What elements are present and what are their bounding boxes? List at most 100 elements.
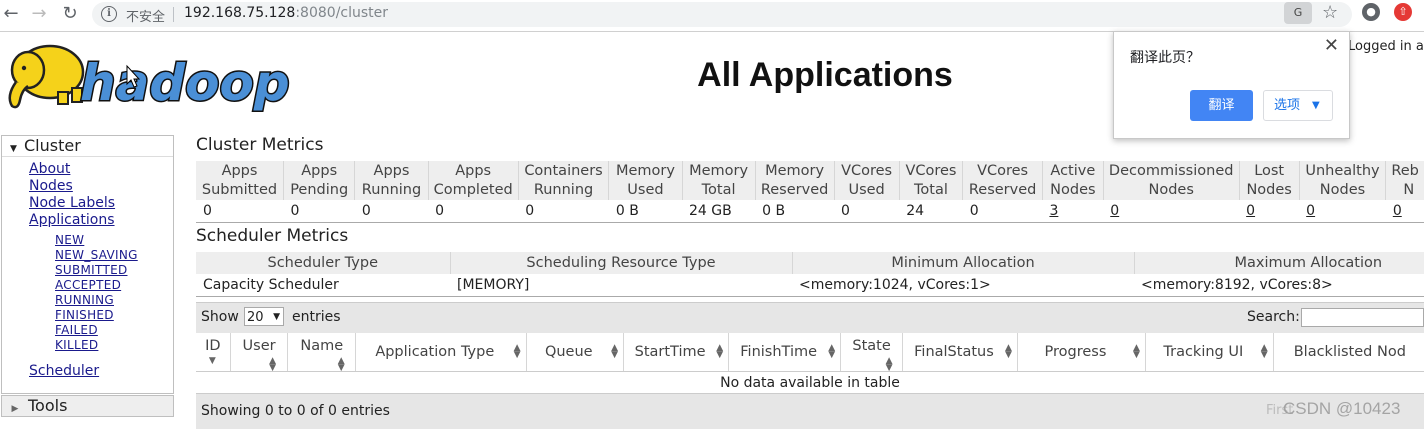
lost-nodes-link[interactable]: 0 bbox=[1246, 203, 1255, 219]
star-icon[interactable]: ☆ bbox=[1322, 2, 1338, 23]
cluster-metrics-table: Apps Submitted Apps Pending Apps Running Ap… bbox=[196, 161, 1424, 223]
metric-header: Apps Completed bbox=[428, 161, 519, 200]
options-button[interactable]: 选项 ▼ bbox=[1263, 90, 1333, 121]
column-queue[interactable]: Queue ▲ ▼ bbox=[526, 333, 625, 372]
sidebar-cluster-header[interactable]: ▼ Cluster bbox=[2, 136, 173, 157]
url-text[interactable]: 192.168.75.128:8080/cluster bbox=[184, 5, 388, 21]
csdn-watermark: CSDN @10423 bbox=[1283, 399, 1401, 418]
close-icon[interactable]: ✕ bbox=[1324, 35, 1339, 56]
page-size-select[interactable]: 20 ▼ bbox=[244, 307, 284, 326]
column-finish-time[interactable]: FinishTime ▲ ▼ bbox=[728, 333, 842, 372]
metric-value: 0 bbox=[283, 200, 355, 223]
metric-value: 0 bbox=[518, 200, 609, 223]
sidebar-link-node-labels[interactable]: Node Labels bbox=[29, 195, 115, 211]
sort-icon: ▲ ▼ bbox=[1133, 343, 1140, 360]
metric-value: 0 bbox=[834, 200, 900, 223]
cluster-metrics-title: Cluster Metrics bbox=[196, 135, 324, 155]
forward-arrow-icon[interactable]: → bbox=[28, 3, 50, 25]
sidebar-link-nodes[interactable]: Nodes bbox=[29, 178, 73, 194]
column-user[interactable]: User ▲ ▼ bbox=[230, 333, 289, 373]
options-label: 选项 bbox=[1274, 98, 1301, 113]
empty-table-message: No data available in table bbox=[720, 374, 900, 391]
search-input[interactable] bbox=[1301, 308, 1424, 327]
metric-value: 0 bbox=[1239, 200, 1300, 223]
apps-table-toolbar: Show 20 ▼ entries Search: bbox=[196, 302, 1424, 334]
sidebar-state-accepted[interactable]: ACCEPTED bbox=[55, 278, 121, 292]
sidebar-state-failed[interactable]: FAILED bbox=[55, 323, 98, 337]
reload-icon[interactable]: ↻ bbox=[59, 3, 81, 25]
scheduler-header: Minimum Allocation bbox=[792, 252, 1135, 274]
metric-value: 0 bbox=[428, 200, 519, 223]
column-progress[interactable]: Progress ▲ ▼ bbox=[1017, 333, 1146, 372]
search-label: Search: bbox=[1247, 309, 1300, 325]
metric-header: Reb N bbox=[1385, 161, 1424, 200]
column-final-status[interactable]: FinalStatus ▲ ▼ bbox=[902, 333, 1018, 372]
metric-header: Memory Reserved bbox=[755, 161, 835, 200]
scheduler-value: <memory:8192, vCores:8> bbox=[1134, 274, 1424, 297]
column-id[interactable]: ID ▼ bbox=[196, 333, 231, 372]
metric-value: 0 bbox=[1299, 200, 1386, 223]
unhealthy-nodes-link[interactable]: 0 bbox=[1306, 203, 1315, 219]
extension-icon[interactable]: ⇧ bbox=[1394, 3, 1412, 21]
url-host: 192.168.75.128 bbox=[184, 5, 296, 21]
logged-in-label: Logged in as bbox=[1348, 39, 1424, 54]
scheduler-metrics-table: Scheduler Type Scheduling Resource Type … bbox=[196, 252, 1424, 297]
sidebar-state-new-saving[interactable]: NEW_SAVING bbox=[55, 248, 138, 262]
column-application-type[interactable]: Application Type ▲ ▼ bbox=[355, 333, 527, 372]
translate-popup: ✕ 翻译此页？ 翻译 选项 ▼ bbox=[1113, 31, 1350, 139]
metric-header: Apps Submitted bbox=[196, 161, 285, 200]
metric-header: Decommissioned Nodes bbox=[1103, 161, 1240, 200]
sidebar-tools-label: Tools bbox=[28, 396, 68, 415]
active-nodes-link[interactable]: 3 bbox=[1049, 203, 1058, 219]
sidebar-link-about[interactable]: About bbox=[29, 161, 70, 177]
metric-value: 0 bbox=[962, 200, 1043, 223]
scheduler-value: <memory:1024, vCores:1> bbox=[792, 274, 1134, 297]
column-blacklisted-nodes[interactable]: Blacklisted Nod bbox=[1273, 333, 1424, 372]
page-size-value: 20 bbox=[247, 310, 264, 325]
column-name[interactable]: Name ▲ ▼ bbox=[287, 333, 357, 373]
sort-icon: ▲ ▼ bbox=[828, 343, 836, 360]
sidebar-link-applications[interactable]: Applications bbox=[29, 212, 115, 228]
decommissioned-nodes-link[interactable]: 0 bbox=[1110, 203, 1119, 219]
metric-header: Unhealthy Nodes bbox=[1299, 161, 1387, 200]
metric-value: 24 GB bbox=[682, 200, 756, 223]
metric-value: 0 B bbox=[608, 200, 682, 223]
svg-text:hadoop: hadoop bbox=[80, 54, 290, 112]
column-state[interactable]: State ▲ ▼ bbox=[840, 333, 903, 373]
show-label: Show bbox=[201, 309, 239, 325]
account-icon[interactable]: ● bbox=[1362, 3, 1380, 21]
sidebar-state-killed[interactable]: KILLED bbox=[55, 338, 98, 352]
scheduler-metrics-title: Scheduler Metrics bbox=[196, 226, 349, 246]
sidebar-state-finished[interactable]: FINISHED bbox=[55, 308, 114, 322]
applications-table: ID ▼ User ▲ ▼ Name ▲ ▼ Application Type ▲ ▼ Que… bbox=[196, 333, 1424, 394]
scheduler-header: Scheduler Type bbox=[196, 252, 451, 274]
page-title: All Applications bbox=[697, 56, 953, 94]
sidebar-tools-panel[interactable]: ▶ Tools bbox=[1, 395, 174, 417]
metric-value: 0 B bbox=[755, 200, 835, 223]
translate-icon[interactable]: G bbox=[1284, 2, 1312, 24]
sidebar-state-submitted[interactable]: SUBMITTED bbox=[55, 263, 128, 277]
entries-label: entries bbox=[292, 309, 341, 325]
scheduler-value: [MEMORY] bbox=[450, 274, 792, 297]
sort-icon: ▲ ▼ bbox=[1005, 343, 1012, 360]
translate-button[interactable]: 翻译 bbox=[1190, 90, 1253, 121]
sidebar-link-scheduler[interactable]: Scheduler bbox=[29, 363, 99, 379]
sort-icon: ▲ ▼ bbox=[337, 356, 345, 373]
column-tracking-ui[interactable]: Tracking UI ▲ ▼ bbox=[1145, 333, 1274, 372]
metric-value: 0 bbox=[1385, 200, 1424, 223]
table-row: No data available in table bbox=[196, 371, 1424, 394]
metric-header: Memory Total bbox=[682, 161, 756, 200]
hadoop-logo: hadoop bbox=[8, 44, 291, 112]
sidebar-state-new[interactable]: NEW bbox=[55, 233, 84, 247]
back-arrow-icon[interactable]: ← bbox=[0, 3, 22, 25]
info-icon[interactable]: i bbox=[101, 6, 117, 22]
rebooted-nodes-link[interactable]: 0 bbox=[1393, 203, 1402, 219]
metric-header: Memory Used bbox=[608, 161, 683, 200]
sidebar-state-running[interactable]: RUNNING bbox=[55, 293, 114, 307]
scheduler-header: Scheduling Resource Type bbox=[450, 252, 793, 274]
column-start-time[interactable]: StartTime ▲ ▼ bbox=[623, 333, 730, 372]
triangle-right-icon: ▶ bbox=[11, 404, 19, 414]
translate-question: 翻译此页？ bbox=[1130, 50, 1200, 66]
address-bar[interactable]: i 不安全 192.168.75.128:8080/cluster bbox=[92, 2, 1352, 27]
metric-value: 3 bbox=[1042, 200, 1104, 223]
